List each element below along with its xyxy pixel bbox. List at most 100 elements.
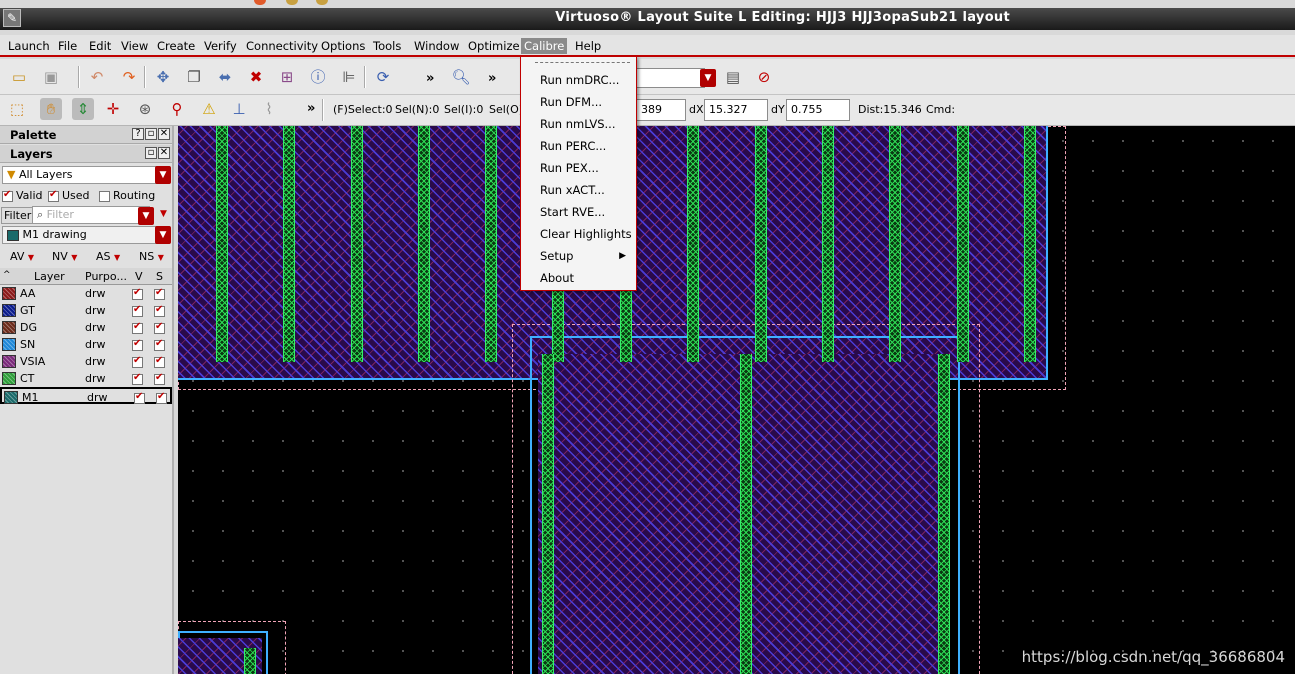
crosshair-icon[interactable]: ✛ xyxy=(102,98,124,120)
dx-field[interactable]: 15.327 xyxy=(704,99,768,121)
ruler-icon[interactable]: ⌇ xyxy=(258,98,280,120)
selectable-checkbox[interactable] xyxy=(156,391,170,404)
visible-checkbox[interactable] xyxy=(132,321,146,334)
refresh-icon[interactable]: ⟳ xyxy=(372,66,394,88)
column-purpose[interactable]: Purpo... xyxy=(85,270,127,283)
av-button[interactable]: AV ▼ xyxy=(10,250,34,263)
undo-icon[interactable]: ↶ xyxy=(86,66,108,88)
layer-row[interactable]: CT drw xyxy=(0,370,172,387)
menu-create[interactable]: Create xyxy=(154,38,198,54)
workspace-combo[interactable] xyxy=(635,68,705,88)
menu-view[interactable]: View xyxy=(118,38,151,54)
layer-row[interactable]: DG drw xyxy=(0,319,172,336)
save-icon[interactable]: ▣ xyxy=(40,66,62,88)
chevron-down-icon[interactable]: ▼ xyxy=(138,207,154,225)
column-selectable[interactable]: S xyxy=(156,270,163,283)
probe-icon[interactable]: ⊛ xyxy=(134,98,156,120)
visible-checkbox[interactable] xyxy=(134,391,148,404)
menu-setup[interactable]: Setup xyxy=(540,247,573,265)
menu-launch[interactable]: Launch xyxy=(5,38,53,54)
zoom-icon[interactable]: 🔍︎ xyxy=(450,66,472,88)
close-icon[interactable]: ✕ xyxy=(158,128,170,140)
highlight-icon[interactable]: ⊥ xyxy=(228,98,250,120)
snap-icon[interactable]: ⇕ xyxy=(72,98,94,120)
layer-row[interactable]: AA drw xyxy=(0,285,172,302)
select-mode-icon[interactable]: ⬚ xyxy=(6,98,28,120)
toolbar-overflow-icon[interactable]: » xyxy=(307,101,315,116)
routing-checkbox[interactable]: Routing xyxy=(99,189,155,202)
selectable-checkbox[interactable] xyxy=(154,321,168,334)
selectable-checkbox[interactable] xyxy=(154,304,168,317)
layer-row[interactable]: VSIA drw xyxy=(0,353,172,370)
menu-calibre[interactable]: Calibre xyxy=(521,38,568,54)
workspace-delete-icon[interactable]: ⊘ xyxy=(753,66,775,88)
nv-button[interactable]: NV ▼ xyxy=(52,250,77,263)
visible-checkbox[interactable] xyxy=(132,304,146,317)
menu-optimize[interactable]: Optimize xyxy=(465,38,523,54)
warning-icon[interactable]: ⚠ xyxy=(198,98,220,120)
selectable-checkbox[interactable] xyxy=(154,372,168,385)
open-folder-icon[interactable]: ▭ xyxy=(8,66,30,88)
valid-checkbox[interactable]: Valid xyxy=(2,189,43,202)
layer-row[interactable]: M1 drw xyxy=(0,387,172,404)
ns-button[interactable]: NS ▼ xyxy=(139,250,164,263)
x-coordinate-field[interactable]: 389 xyxy=(636,99,686,121)
chevron-down-icon[interactable]: ▼ xyxy=(155,226,171,244)
info-icon[interactable]: ⓘ xyxy=(307,66,329,88)
as-button[interactable]: AS ▼ xyxy=(96,250,120,263)
layer-row[interactable]: GT drw xyxy=(0,302,172,319)
menu-run-pex[interactable]: Run PEX... xyxy=(540,159,599,177)
menu-options[interactable]: Options xyxy=(318,38,368,54)
menu-run-xact[interactable]: Run xACT... xyxy=(540,181,605,199)
menu-window[interactable]: Window xyxy=(411,38,462,54)
marker-icon[interactable]: ⚲ xyxy=(166,98,188,120)
menu-file[interactable]: File xyxy=(55,38,80,54)
menu-verify[interactable]: Verify xyxy=(201,38,240,54)
hierarchy-icon[interactable]: ⊞ xyxy=(276,66,298,88)
selectable-checkbox[interactable] xyxy=(154,355,168,368)
menu-start-rve[interactable]: Start RVE... xyxy=(540,203,605,221)
dy-field[interactable]: 0.755 xyxy=(786,99,850,121)
layer-row[interactable]: SN drw xyxy=(0,336,172,353)
sort-icon[interactable]: ^ xyxy=(3,270,11,280)
menu-edit[interactable]: Edit xyxy=(86,38,114,54)
align-icon[interactable]: ⊫ xyxy=(338,66,360,88)
tear-off-line[interactable] xyxy=(535,62,630,63)
used-checkbox[interactable]: Used xyxy=(48,189,90,202)
column-layer[interactable]: Layer xyxy=(34,270,65,283)
filter-input[interactable]: ⌕ Filter xyxy=(32,206,150,224)
chevron-down-icon[interactable]: ▼ xyxy=(700,69,716,87)
close-icon[interactable]: ✕ xyxy=(158,147,170,159)
layout-canvas[interactable]: https://blog.csdn.net/qq_36686804 xyxy=(178,126,1295,674)
float-icon[interactable]: ▫ xyxy=(145,147,157,159)
app-icon[interactable]: ✎ xyxy=(3,9,21,27)
filter-menu-icon[interactable]: ▼ xyxy=(160,209,167,219)
menu-run-dfm[interactable]: Run DFM... xyxy=(540,93,602,111)
menu-help[interactable]: Help xyxy=(572,38,604,54)
current-layer-select[interactable]: M1 drawing xyxy=(2,226,170,244)
chevron-down-icon[interactable]: ▼ xyxy=(155,166,171,184)
visible-checkbox[interactable] xyxy=(132,338,146,351)
stretch-icon[interactable]: ⬌ xyxy=(214,66,236,88)
copy-icon[interactable]: ❐ xyxy=(183,66,205,88)
selectable-checkbox[interactable] xyxy=(154,338,168,351)
hand-icon[interactable]: ✋︎ xyxy=(40,98,62,120)
menu-tools[interactable]: Tools xyxy=(370,38,404,54)
toolbar-overflow-icon[interactable]: » xyxy=(426,71,434,86)
layer-filter-select[interactable]: ▼ All Layers xyxy=(2,166,170,184)
column-visible[interactable]: V xyxy=(135,270,143,283)
filter-button[interactable]: Filter xyxy=(1,207,35,224)
move-icon[interactable]: ✥ xyxy=(152,66,174,88)
toolbar-overflow-icon[interactable]: » xyxy=(488,71,496,86)
float-icon[interactable]: ▫ xyxy=(145,128,157,140)
visible-checkbox[interactable] xyxy=(132,372,146,385)
delete-icon[interactable]: ✖ xyxy=(245,66,267,88)
redo-icon[interactable]: ↷ xyxy=(118,66,140,88)
selectable-checkbox[interactable] xyxy=(154,287,168,300)
menu-run-nmdrc[interactable]: Run nmDRC... xyxy=(540,71,619,89)
menu-run-nmlvs[interactable]: Run nmLVS... xyxy=(540,115,615,133)
menu-clear-highlights[interactable]: Clear Highlights xyxy=(540,225,632,243)
workspace-save-icon[interactable]: ▤ xyxy=(722,66,744,88)
menu-connectivity[interactable]: Connectivity xyxy=(243,38,321,54)
visible-checkbox[interactable] xyxy=(132,287,146,300)
